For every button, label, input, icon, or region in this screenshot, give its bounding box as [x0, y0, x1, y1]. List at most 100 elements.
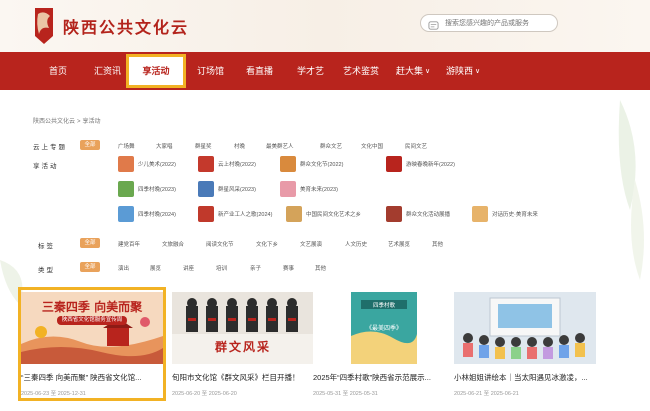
- nav-learn-label: 学才艺: [297, 66, 325, 76]
- breadcrumb: 陕西公共文化云 > 享活动: [33, 116, 101, 125]
- nav-news[interactable]: 汇资讯: [94, 52, 121, 90]
- nav-venues-label: 订场馆: [197, 66, 225, 76]
- nav-market-label: 赶大集: [396, 66, 424, 76]
- filter-option[interactable]: 培训: [216, 264, 227, 272]
- activity-label: 四季村晚(2023): [138, 187, 176, 193]
- filter-label-xiang: 享活动: [33, 163, 59, 170]
- filter-option[interactable]: 文旅融合: [162, 240, 184, 248]
- breadcrumb-current: 享活动: [82, 119, 101, 125]
- filter-option[interactable]: 文化中国: [361, 142, 383, 150]
- nav-art-label: 艺术鉴赏: [343, 66, 380, 76]
- breadcrumb-home[interactable]: 陕西公共文化云: [33, 119, 75, 125]
- activity-thumbnail: [198, 206, 214, 222]
- filter-all-tags[interactable]: 全部: [80, 238, 100, 248]
- search-icon[interactable]: [428, 18, 440, 30]
- card-image-title: 三秦四季 向美而聚: [41, 300, 143, 314]
- card-image-subtitle: 四季村歌: [372, 303, 395, 309]
- filter-option[interactable]: 展览: [150, 264, 161, 272]
- filter-option[interactable]: 民间文艺: [405, 142, 427, 150]
- filter-label-yunshang: 云上专题: [33, 144, 67, 151]
- filter-option[interactable]: 艺术展览: [388, 240, 410, 248]
- nav-art[interactable]: 艺术鉴赏: [343, 52, 379, 90]
- activity-thumbnail: [286, 206, 302, 222]
- site-logo[interactable]: [33, 6, 55, 46]
- filter-option[interactable]: 其他: [432, 240, 443, 248]
- activity-thumbnail: [118, 206, 134, 222]
- filter-option[interactable]: 建党百年: [118, 240, 140, 248]
- card-title[interactable]: 旬阳市文化馆《群文风采》栏目开播！: [172, 372, 314, 383]
- filter-label-tags: 标签: [38, 243, 55, 250]
- nav-travel[interactable]: 游陕西 ∨: [446, 52, 480, 90]
- decorative-leaves: [560, 90, 650, 290]
- filter-option[interactable]: 群众文艺: [320, 142, 342, 150]
- nav-live-label: 看直播: [246, 66, 274, 76]
- card-date: 2025-06-20 至 2025-06-20: [172, 391, 237, 397]
- activity-label: 中国民间文化艺术之乡: [306, 212, 362, 218]
- card-image-title: 《最美四季》: [365, 326, 402, 332]
- activity-label: 游映春晚新年(2022): [406, 162, 455, 168]
- card-image: 《最美四季》 四季村歌: [313, 292, 455, 364]
- card-title[interactable]: 小林姐姐讲绘本｜当太阳遇见冰激凌，...: [454, 372, 596, 383]
- activity-thumbnail: [198, 181, 214, 197]
- activity-label: 对话历史·美育未来: [492, 212, 538, 218]
- breadcrumb-separator: >: [77, 119, 81, 125]
- card-image: 群文风采: [172, 292, 314, 364]
- activity-label: 群星风采(2023): [218, 187, 256, 193]
- activity-label: 美育未来(2023): [300, 187, 338, 193]
- filter-option[interactable]: 大家唱: [156, 142, 173, 150]
- filter-option[interactable]: 广场舞: [118, 142, 135, 150]
- filter-option[interactable]: 最美群艺人: [266, 142, 294, 150]
- activity-label: 群众文化活动展播: [406, 212, 451, 218]
- nav-activities[interactable]: 享活动: [126, 54, 186, 88]
- card-image: [454, 292, 596, 364]
- activity-label: 新产业工人之歌(2024): [218, 212, 273, 218]
- filter-option[interactable]: 文艺展演: [300, 240, 322, 248]
- nav-market[interactable]: 赶大集 ∨: [396, 52, 430, 90]
- activity-thumbnail: [118, 181, 134, 197]
- nav-travel-label: 游陕西: [446, 66, 474, 76]
- filter-option[interactable]: 讲座: [183, 264, 194, 272]
- activity-label: 云上村晚(2022): [218, 162, 256, 168]
- nav-venues[interactable]: 订场馆: [197, 52, 224, 90]
- activity-thumbnail: [198, 156, 214, 172]
- card-date: 2025-05-31 至 2025-05-31: [313, 391, 378, 397]
- nav-live[interactable]: 看直播: [246, 52, 273, 90]
- filter-all-yunshang[interactable]: 全部: [80, 140, 100, 150]
- chevron-down-icon: ∨: [475, 68, 481, 75]
- site-title: 陕西公共文化云: [63, 18, 190, 37]
- activity-thumbnail: [280, 156, 296, 172]
- activity-thumbnail: [280, 181, 296, 197]
- nav-learn[interactable]: 学才艺: [297, 52, 324, 90]
- activity-thumbnail: [118, 156, 134, 172]
- filter-option[interactable]: 人文历史: [345, 240, 367, 248]
- chevron-down-icon: ∨: [425, 68, 431, 75]
- main-nav: 首页 汇资讯 享活动 订场馆 看直播 学才艺 艺术鉴赏 赶大集 ∨ 游陕西 ∨: [0, 52, 650, 90]
- filter-option[interactable]: 文化下乡: [256, 240, 278, 248]
- search-input[interactable]: [445, 16, 553, 30]
- nav-home[interactable]: 首页: [49, 52, 67, 90]
- card-title[interactable]: 2025年“四季村歌”陕西省示范展示...: [313, 372, 455, 383]
- card-date: 2025-06-21 至 2025-06-21: [454, 391, 519, 397]
- nav-news-label: 汇资讯: [94, 66, 122, 76]
- filter-option[interactable]: 群星奖: [195, 142, 212, 150]
- card-title[interactable]: “三秦四季 向美而聚” 陕西省文化馆...: [21, 372, 163, 383]
- filter-label-types: 类型: [38, 267, 55, 274]
- site-header: 陕西公共文化云: [0, 0, 650, 52]
- filter-option[interactable]: 其他: [315, 264, 326, 272]
- nav-home-label: 首页: [49, 66, 68, 76]
- filter-option[interactable]: 演出: [118, 264, 129, 272]
- filter-option[interactable]: 阅读文化节: [206, 240, 234, 248]
- filter-option[interactable]: 赛事: [283, 264, 294, 272]
- activity-thumbnail: [472, 206, 488, 222]
- card-image-subtitle: 陕西省文化馆服务宣传周: [57, 316, 127, 325]
- card-date: 2025-06-23 至 2025-12-31: [21, 391, 86, 397]
- filter-option[interactable]: 村晚: [234, 142, 245, 150]
- activity-label: 四季村晚(2024): [138, 212, 176, 218]
- filter-all-types[interactable]: 全部: [80, 262, 100, 272]
- filter-option[interactable]: 亲子: [250, 264, 261, 272]
- activity-label: 群众文化节(2022): [300, 162, 344, 168]
- card-image-title: 群文风采: [214, 340, 271, 354]
- search-box[interactable]: [420, 14, 558, 32]
- activity-thumbnail: [386, 156, 402, 172]
- activity-thumbnail: [386, 206, 402, 222]
